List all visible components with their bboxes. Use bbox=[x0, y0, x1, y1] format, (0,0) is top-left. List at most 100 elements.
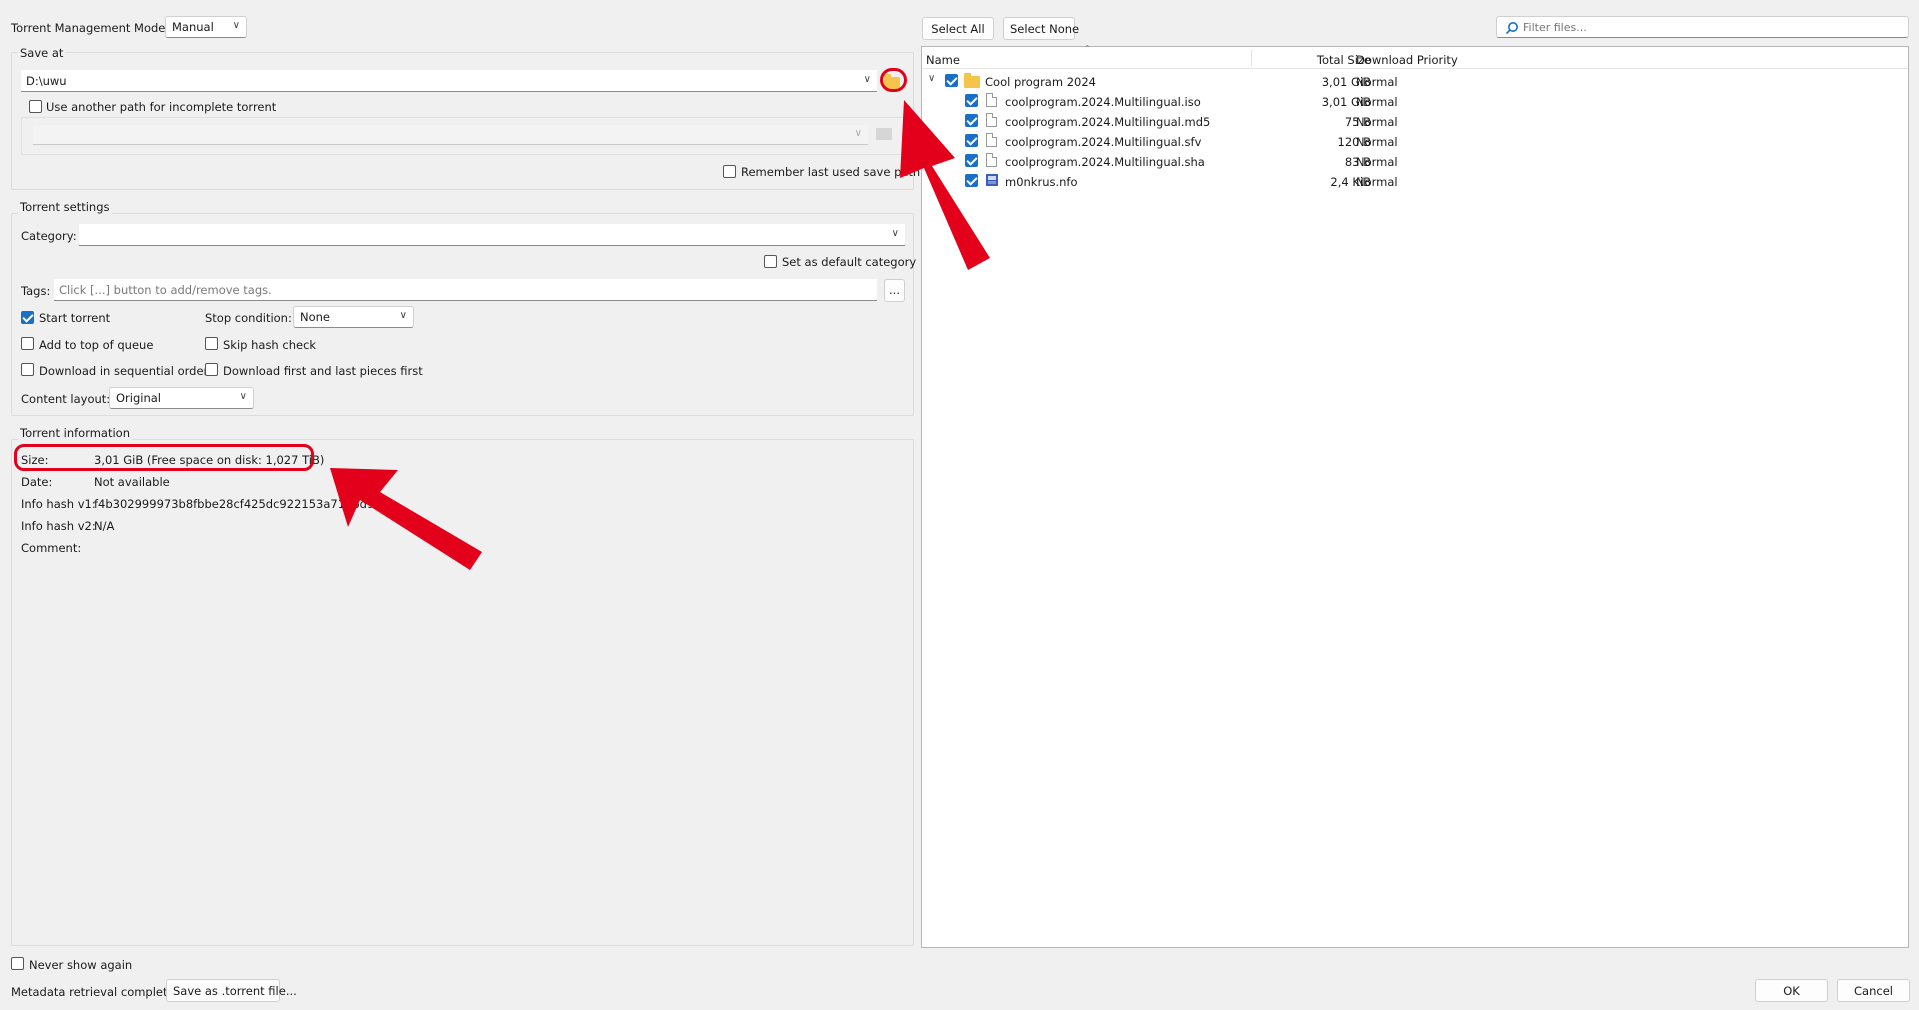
torrent-settings-label: Torrent settings bbox=[18, 200, 112, 214]
file-name: coolprogram.2024.Multilingual.sha bbox=[1005, 155, 1205, 169]
chevron-down-icon: ∨ bbox=[891, 228, 899, 239]
default-category-checkbox[interactable] bbox=[764, 255, 777, 268]
filter-input[interactable] bbox=[1523, 19, 1903, 35]
start-torrent-checkbox[interactable] bbox=[21, 311, 34, 324]
file-checkbox[interactable] bbox=[965, 134, 978, 147]
ok-button[interactable]: OK bbox=[1755, 979, 1828, 1002]
file-checkbox[interactable] bbox=[965, 174, 978, 187]
use-another-path-checkbox[interactable] bbox=[29, 100, 42, 113]
info-hash-v1-value: f4b302999973b8fbbe28cf425dc922153a7196d9 bbox=[94, 497, 375, 511]
mode-combo[interactable]: Manual ∨ bbox=[165, 16, 247, 38]
folder-icon bbox=[876, 128, 892, 140]
file-checkbox[interactable] bbox=[965, 114, 978, 127]
date-value: Not available bbox=[94, 475, 170, 489]
tree-row-file[interactable]: m0nkrus.nfo 2,4 KiB Normal bbox=[922, 171, 1908, 191]
mode-value: Manual bbox=[172, 20, 214, 34]
file-icon bbox=[986, 113, 997, 127]
file-checkbox[interactable] bbox=[965, 154, 978, 167]
sequential-label: Download in sequential order bbox=[39, 364, 209, 378]
content-layout-label: Content layout: bbox=[21, 392, 111, 406]
file-priority: Normal bbox=[1356, 95, 1398, 109]
select-none-button[interactable]: Select None bbox=[1003, 17, 1079, 40]
header-name[interactable]: Name bbox=[926, 53, 960, 67]
file-priority: Normal bbox=[1356, 175, 1398, 189]
save-path-value: D:\uwu bbox=[26, 74, 67, 88]
stop-condition-combo[interactable]: None ∨ bbox=[293, 306, 414, 328]
column-divider bbox=[1251, 50, 1252, 66]
nfo-icon bbox=[986, 174, 998, 186]
never-show-checkbox[interactable] bbox=[11, 957, 24, 970]
cancel-button[interactable]: Cancel bbox=[1837, 979, 1910, 1002]
chevron-down-icon: ∨ bbox=[399, 310, 407, 321]
tree-row-folder[interactable]: ∨ Cool program 2024 3,01 GiB Normal bbox=[922, 71, 1908, 91]
save-path-combo[interactable]: D:\uwu ∨ bbox=[21, 70, 877, 92]
tags-placeholder: Click [...] button to add/remove tags. bbox=[59, 283, 272, 297]
folder-checkbox[interactable] bbox=[945, 74, 958, 87]
chevron-down-icon: ∨ bbox=[863, 74, 871, 85]
tags-label: Tags: bbox=[21, 284, 51, 298]
file-name: coolprogram.2024.Multilingual.iso bbox=[1005, 95, 1201, 109]
file-icon bbox=[986, 133, 997, 147]
stop-condition-label: Stop condition: bbox=[205, 311, 292, 325]
remember-path-checkbox[interactable] bbox=[723, 165, 736, 178]
never-show-label: Never show again bbox=[29, 958, 133, 972]
tree-row-file[interactable]: coolprogram.2024.Multilingual.sha 83 B N… bbox=[922, 151, 1908, 171]
file-icon bbox=[986, 153, 997, 167]
incomplete-path-combo: ∨ bbox=[33, 125, 868, 145]
remember-path-label: Remember last used save path bbox=[741, 165, 921, 179]
select-all-button[interactable]: Select All bbox=[922, 17, 994, 40]
file-checkbox[interactable] bbox=[965, 94, 978, 107]
use-another-path-label: Use another path for incomplete torrent bbox=[46, 100, 277, 114]
chevron-down-icon[interactable]: ∨ bbox=[928, 73, 935, 84]
info-hash-v2-value: N/A bbox=[94, 519, 115, 533]
start-torrent-label: Start torrent bbox=[39, 311, 111, 325]
stop-condition-value: None bbox=[300, 310, 331, 324]
info-hash-v1-label: Info hash v1: bbox=[21, 497, 96, 511]
chevron-down-icon: ∨ bbox=[239, 391, 247, 402]
tree-row-file[interactable]: coolprogram.2024.Multilingual.md5 75 B N… bbox=[922, 111, 1908, 131]
file-tree[interactable]: Name ⌃ Total Size Download Priority ∨ Co… bbox=[921, 44, 1909, 948]
save-torrent-file-button[interactable]: Save as .torrent file... bbox=[166, 979, 297, 1002]
annotation-ring-browse bbox=[880, 68, 907, 92]
header-download-priority[interactable]: Download Priority bbox=[1356, 53, 1458, 67]
category-combo[interactable]: ∨ bbox=[79, 224, 905, 246]
sequential-checkbox[interactable] bbox=[21, 363, 34, 376]
file-priority: Normal bbox=[1356, 135, 1398, 149]
sort-arrow-icon: ⌃ bbox=[1084, 44, 1091, 53]
torrent-info-group bbox=[11, 439, 914, 946]
tree-row-file[interactable]: coolprogram.2024.Multilingual.sfv 120 B … bbox=[922, 131, 1908, 151]
tree-header: Name ⌃ Total Size Download Priority bbox=[922, 44, 1908, 69]
status-text: Metadata retrieval complete bbox=[11, 985, 175, 999]
folder-priority: Normal bbox=[1356, 75, 1398, 89]
save-at-label: Save at bbox=[18, 46, 66, 60]
skip-hash-label: Skip hash check bbox=[223, 338, 317, 352]
category-label: Category: bbox=[21, 229, 77, 243]
skip-hash-checkbox[interactable] bbox=[205, 337, 218, 350]
file-name: m0nkrus.nfo bbox=[1005, 175, 1078, 189]
search-icon bbox=[1505, 22, 1518, 35]
info-hash-v2-label: Info hash v2: bbox=[21, 519, 96, 533]
file-priority: Normal bbox=[1356, 115, 1398, 129]
edit-tags-button[interactable]: ... bbox=[884, 279, 905, 302]
first-last-pieces-label: Download first and last pieces first bbox=[223, 364, 423, 378]
mode-label: Torrent Management Mode: bbox=[11, 21, 170, 35]
add-top-queue-checkbox[interactable] bbox=[21, 337, 34, 350]
add-top-queue-label: Add to top of queue bbox=[39, 338, 154, 352]
folder-name: Cool program 2024 bbox=[985, 75, 1096, 89]
default-category-label: Set as default category bbox=[782, 255, 917, 269]
date-label: Date: bbox=[21, 475, 53, 489]
content-layout-value: Original bbox=[116, 391, 162, 405]
content-layout-combo[interactable]: Original ∨ bbox=[109, 387, 254, 409]
torrent-info-label: Torrent information bbox=[18, 426, 133, 440]
file-priority: Normal bbox=[1356, 155, 1398, 169]
folder-icon bbox=[964, 73, 980, 88]
annotation-ring-size bbox=[14, 444, 314, 471]
file-name: coolprogram.2024.Multilingual.md5 bbox=[1005, 115, 1211, 129]
comment-label: Comment: bbox=[21, 541, 82, 555]
tags-input[interactable]: Click [...] button to add/remove tags. bbox=[54, 279, 877, 301]
filter-box[interactable] bbox=[1496, 16, 1909, 38]
file-name: coolprogram.2024.Multilingual.sfv bbox=[1005, 135, 1202, 149]
chevron-down-icon: ∨ bbox=[854, 128, 862, 139]
first-last-pieces-checkbox[interactable] bbox=[205, 363, 218, 376]
tree-row-file[interactable]: coolprogram.2024.Multilingual.iso 3,01 G… bbox=[922, 91, 1908, 111]
